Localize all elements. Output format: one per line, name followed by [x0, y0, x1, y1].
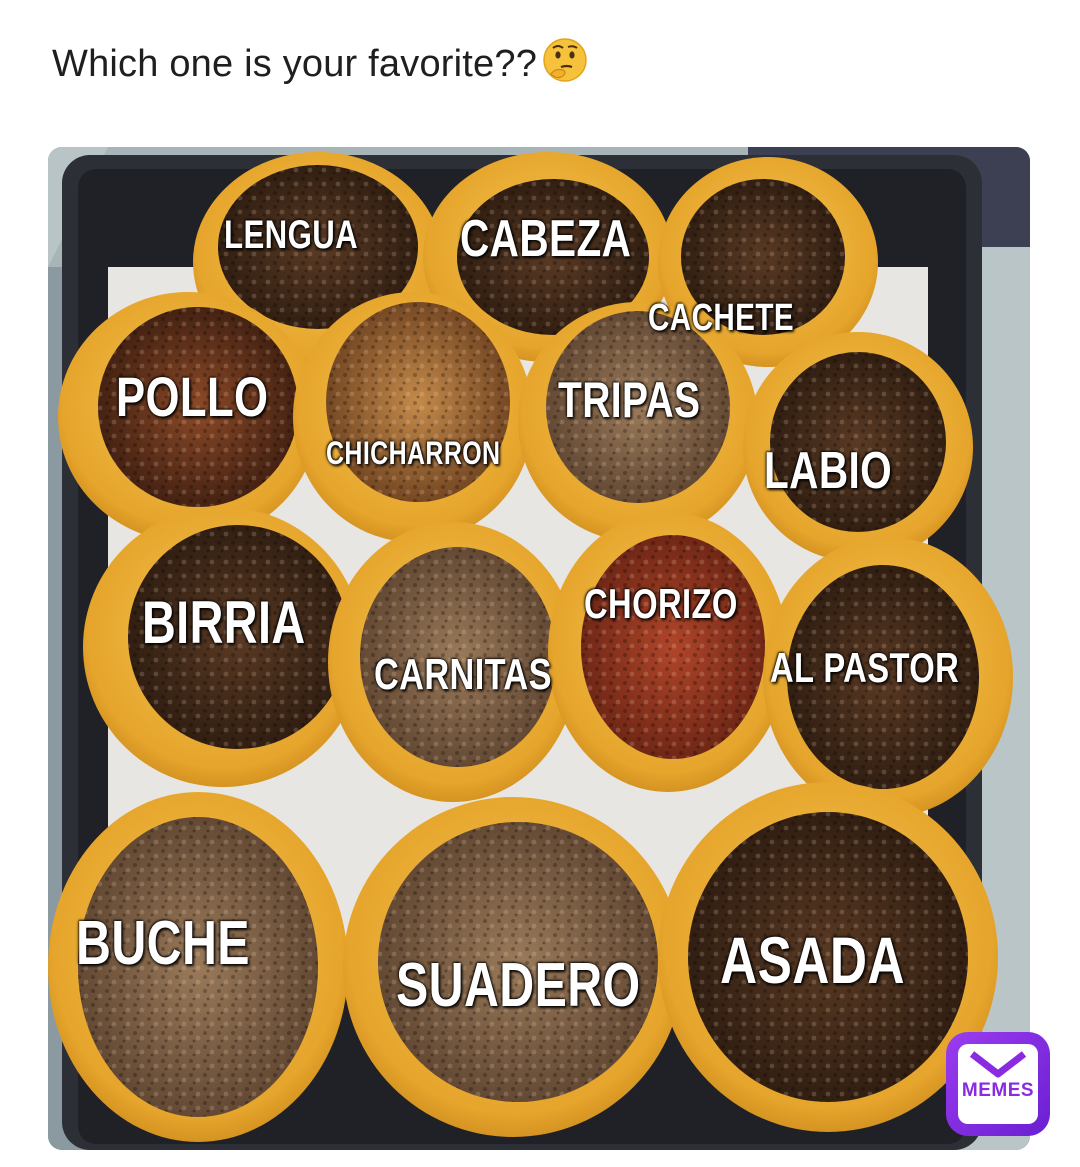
label-buche: BUCHE: [76, 909, 250, 978]
label-tripas: TRIPAS: [558, 372, 701, 428]
taco-chorizo: [548, 512, 788, 792]
thinking-face-icon: [543, 38, 587, 82]
label-al-pastor: AL PASTOR: [770, 644, 960, 691]
label-birria: BIRRIA: [142, 589, 306, 656]
caption-text: Which one is your favorite??: [52, 43, 538, 85]
label-pollo: POLLO: [116, 365, 269, 428]
post-caption: Which one is your favorite??: [52, 36, 589, 86]
taco-chicharron: [293, 292, 533, 542]
label-suadero: SUADERO: [396, 951, 641, 1020]
memes-watermark-text: MEMES: [961, 1080, 1035, 1101]
label-chicharron: CHICHARRON: [326, 435, 501, 471]
label-lengua: LENGUA: [224, 213, 359, 257]
tacos-photo: LENGUA CABEZA CACHETE POLLO CHICHARRON T…: [48, 147, 1030, 1150]
memes-watermark-logo: MEMES: [944, 1030, 1052, 1138]
label-labio: LABIO: [764, 442, 893, 500]
label-carnitas: CARNITAS: [374, 650, 552, 699]
label-cabeza: CABEZA: [460, 210, 632, 268]
label-chorizo: CHORIZO: [584, 580, 738, 627]
label-cachete: CACHETE: [648, 297, 795, 339]
label-asada: ASADA: [720, 923, 906, 997]
